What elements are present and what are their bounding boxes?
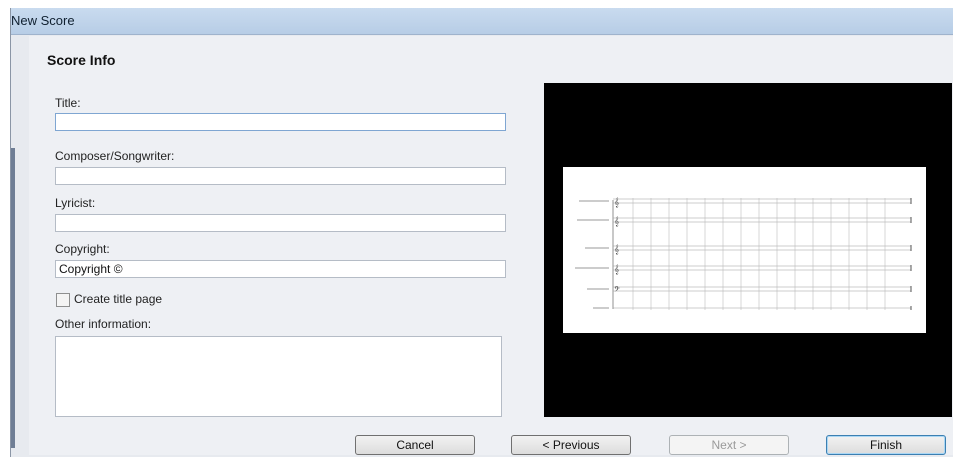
window-title: New Score: [11, 13, 75, 28]
dialog-content: Score Info Title: Composer/Songwriter: L…: [29, 36, 953, 455]
window-edge-accent: [11, 148, 15, 448]
treble-clef-icon: 𝄞: [614, 197, 619, 208]
other-info-textarea[interactable]: [55, 336, 502, 417]
treble-clef-icon: 𝄞: [614, 216, 619, 227]
score-preview: 𝄞 𝄞 𝄞 𝄞 𝄢: [544, 83, 952, 417]
new-score-dialog: New Score Score Info Title: Composer/Son…: [10, 8, 953, 457]
staff-system: 𝄞 𝄞 𝄞 𝄞 𝄢: [575, 197, 912, 310]
create-title-page-checkbox[interactable]: [56, 293, 70, 307]
preview-staves: 𝄞 𝄞 𝄞 𝄞 𝄢: [575, 197, 912, 310]
composer-label: Composer/Songwriter:: [55, 149, 175, 163]
staff: 𝄞: [575, 264, 912, 275]
staff: [593, 306, 912, 310]
title-input[interactable]: [55, 113, 506, 131]
preview-page: 𝄞 𝄞 𝄞 𝄞 𝄢: [563, 167, 926, 333]
finish-button[interactable]: Finish: [826, 435, 946, 455]
bass-clef-icon: 𝄢: [614, 285, 620, 296]
staff: 𝄞: [585, 244, 912, 255]
staff: 𝄢: [587, 285, 912, 296]
other-info-label: Other information:: [55, 317, 152, 331]
copyright-label: Copyright:: [55, 242, 110, 256]
previous-button[interactable]: < Previous: [511, 435, 631, 455]
cancel-button[interactable]: Cancel: [355, 435, 475, 455]
copyright-input[interactable]: [55, 260, 506, 278]
treble-clef-icon: 𝄞: [614, 264, 619, 275]
lyricist-label: Lyricist:: [55, 196, 96, 210]
title-label: Title:: [55, 96, 81, 110]
next-button[interactable]: Next >: [669, 435, 789, 455]
lyricist-input[interactable]: [55, 214, 506, 232]
treble-clef-icon: 𝄞: [614, 244, 619, 255]
section-title: Score Info: [47, 52, 116, 68]
title-bar[interactable]: New Score: [11, 8, 953, 35]
staff: 𝄞: [577, 216, 912, 227]
staff: 𝄞: [579, 197, 912, 208]
measure-marks: [632, 198, 886, 310]
create-title-page-label[interactable]: Create title page: [74, 292, 162, 306]
composer-input[interactable]: [55, 167, 506, 185]
